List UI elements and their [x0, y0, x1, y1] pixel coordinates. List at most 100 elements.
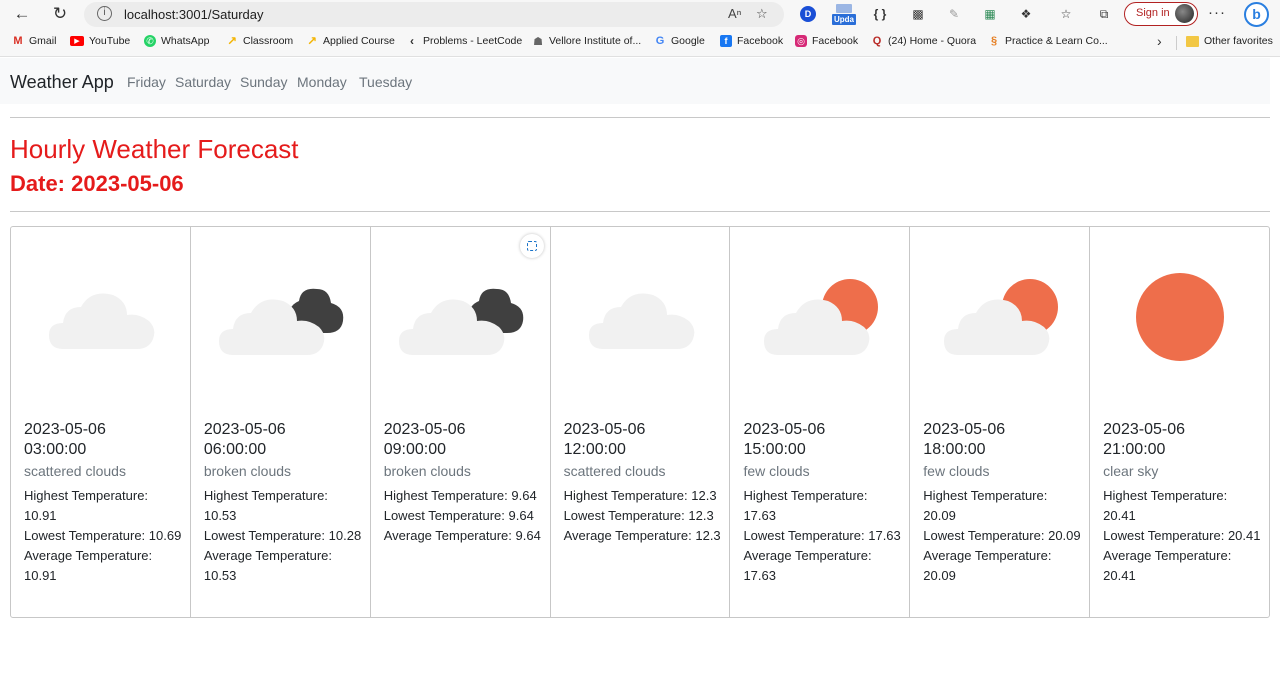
google-icon: G — [655, 35, 665, 47]
broken-clouds-icon — [218, 288, 344, 355]
scattered-clouds-icon — [49, 293, 155, 349]
extension-d-icon[interactable]: D — [800, 6, 816, 22]
forecast-card: 2023-05-06 15:00:00 few clouds Highest Te… — [730, 227, 911, 617]
highest-temp-value: 17.63 — [743, 508, 776, 523]
temperature-info: Highest Temperature: 20.09 Lowest Temper… — [923, 486, 1083, 586]
forecast-time-text: 21:00:00 — [1103, 441, 1166, 458]
average-temp-value: 17.63 — [743, 568, 776, 583]
bookmark-google[interactable]: G Google — [654, 35, 705, 47]
bookmark-instagram[interactable]: ◎ Facebook — [795, 35, 858, 47]
favorites-icon[interactable]: ☆ — [1056, 5, 1076, 23]
leetcode-icon: ‹ — [410, 34, 414, 48]
average-temp-value: 10.53 — [203, 568, 237, 583]
forecast-date-text: 2023-05-06 — [923, 421, 1006, 438]
temperature-info: Highest Temperature: 12.3 Lowest Tempera… — [564, 486, 724, 546]
collections-icon[interactable]: ⧉ — [1094, 5, 1114, 23]
average-temp-label: Average Temperature: — [1103, 548, 1232, 563]
highest-temp-label: Highest Temperature: — [203, 488, 328, 503]
json-extension-icon[interactable]: { } — [870, 5, 890, 23]
average-temp-label: Average Temperature: — [743, 548, 872, 563]
navbar-brand[interactable]: Weather App — [10, 72, 114, 93]
forecast-card: 2023-05-06 18:00:00 few clouds Highest Te… — [910, 227, 1091, 617]
extension-sheet-icon[interactable]: ▦ — [980, 5, 1000, 23]
few-clouds-icon — [764, 279, 879, 355]
bookmark-other-favorites[interactable]: Other favorites — [1186, 35, 1273, 47]
highest-temp-label: Highest Temperature: — [743, 488, 868, 503]
extension-briefcase-icon[interactable]: ▩ — [908, 5, 928, 23]
visual-search-icon[interactable] — [519, 234, 544, 258]
forecast-description: clear sky — [1103, 463, 1159, 479]
bookmark-facebook[interactable]: f Facebook — [720, 35, 783, 47]
bookmark-applied-course[interactable]: ↗ Applied Course — [306, 34, 395, 48]
bookmark-classroom[interactable]: ↗ Classroom — [226, 34, 294, 48]
highest-temp-value: 12.3 — [691, 488, 717, 503]
forecast-card: 2023-05-06 12:00:00 scattered clouds High… — [551, 227, 731, 617]
few-clouds-icon — [944, 279, 1059, 355]
average-temp-label: Average Temperature: — [923, 548, 1052, 563]
bookmark-label: Google — [671, 35, 705, 47]
bookmark-label: Facebook — [812, 35, 859, 47]
bookmark-youtube[interactable]: ▶ YouTube — [70, 35, 130, 47]
bookmark-quora[interactable]: Q (24) Home - Quora — [871, 35, 976, 47]
average-temp-value: 9.64 — [515, 528, 541, 543]
more-menu-icon[interactable]: ··· — [1208, 4, 1226, 21]
forecast-card: 2023-05-06 21:00:00 clear sky Highest Tem… — [1090, 227, 1269, 617]
extensions-puzzle-icon[interactable]: ❖ — [1016, 5, 1036, 23]
highest-temp-label: Highest Temperature: — [563, 488, 688, 503]
lowest-temp-value: 20.09 — [1048, 528, 1081, 543]
site-info-icon[interactable]: i — [97, 6, 112, 21]
bookmark-leetcode[interactable]: ‹ Problems - LeetCode — [406, 34, 522, 48]
forecast-description: scattered clouds — [24, 463, 126, 479]
extension-pen-icon[interactable]: ✎ — [944, 5, 964, 23]
bookmark-label: Classroom — [243, 35, 294, 47]
bookmark-gfg[interactable]: § Practice & Learn Co... — [988, 35, 1108, 47]
average-temp-value: 10.91 — [24, 568, 57, 583]
address-bar[interactable]: i localhost:3001/Saturday Aⁿ ☆ — [84, 2, 784, 27]
highest-temp-label: Highest Temperature: — [923, 488, 1048, 503]
lowest-temp-value: 10.28 — [328, 528, 362, 543]
nav-link-friday[interactable]: Friday — [127, 74, 166, 90]
average-temp-label: Average Temperature: — [203, 548, 333, 563]
temperature-info: Highest Temperature: 10.91 Lowest Temper… — [24, 486, 184, 586]
nav-link-monday[interactable]: Monday — [297, 74, 347, 90]
forecast-time-text: 09:00:00 — [383, 441, 446, 458]
extension-update-badge[interactable]: Upda — [832, 14, 856, 25]
bookmark-vit[interactable]: ☗ Vellore Institute of... — [532, 35, 642, 48]
quora-icon: Q — [872, 35, 882, 47]
highest-temp-value: 9.64 — [511, 488, 537, 503]
bookmark-label: (24) Home - Quora — [888, 35, 977, 47]
forecast-time-text: 15:00:00 — [743, 441, 806, 458]
extension-update-icon[interactable] — [836, 4, 852, 13]
forecast-date-text: 2023-05-06 — [1103, 421, 1185, 438]
add-favorite-icon[interactable]: ☆ — [756, 6, 768, 22]
nav-link-sunday[interactable]: Sunday — [240, 74, 287, 90]
bookmarks-divider — [1176, 36, 1177, 50]
average-temp-value: 20.41 — [1103, 568, 1136, 583]
reload-icon[interactable]: ↻ — [48, 3, 72, 25]
forecast-time-text: 12:00:00 — [563, 441, 626, 458]
sign-in-button[interactable]: Sign in — [1124, 2, 1198, 26]
bookmark-gmail[interactable]: M Gmail — [12, 35, 56, 47]
broken-clouds-icon — [398, 288, 523, 355]
nav-link-tuesday[interactable]: Tuesday — [359, 74, 412, 90]
scattered-clouds-icon — [588, 293, 694, 349]
highest-temp-value: 10.91 — [24, 508, 57, 523]
read-aloud-icon[interactable]: Aⁿ — [728, 6, 741, 21]
page-title: Hourly Weather Forecast — [10, 134, 299, 164]
nav-link-saturday[interactable]: Saturday — [175, 74, 231, 90]
bookmark-whatsapp[interactable]: ✆ WhatsApp — [144, 35, 209, 47]
forecast-datetime: 2023-05-06 06:00:00 — [204, 420, 354, 460]
chevron-right-icon[interactable]: › — [1157, 33, 1162, 49]
highest-temp-value: 20.41 — [1103, 508, 1136, 523]
bookmark-label: Gmail — [29, 35, 57, 47]
forecast-date-text: 2023-05-06 — [383, 421, 466, 438]
bing-copilot-icon[interactable]: b — [1244, 2, 1269, 27]
bookmark-label: Vellore Institute of... — [549, 35, 642, 47]
lowest-temp-label: Lowest Temperature: — [383, 508, 505, 523]
folder-icon — [1186, 35, 1199, 47]
highest-temp-label: Highest Temperature: — [24, 488, 149, 503]
forecast-date-text: 2023-05-06 — [743, 421, 826, 438]
bookmark-label: WhatsApp — [161, 35, 210, 47]
url-text[interactable]: localhost:3001/Saturday — [124, 7, 263, 22]
back-arrow-icon[interactable]: ← — [10, 3, 34, 25]
